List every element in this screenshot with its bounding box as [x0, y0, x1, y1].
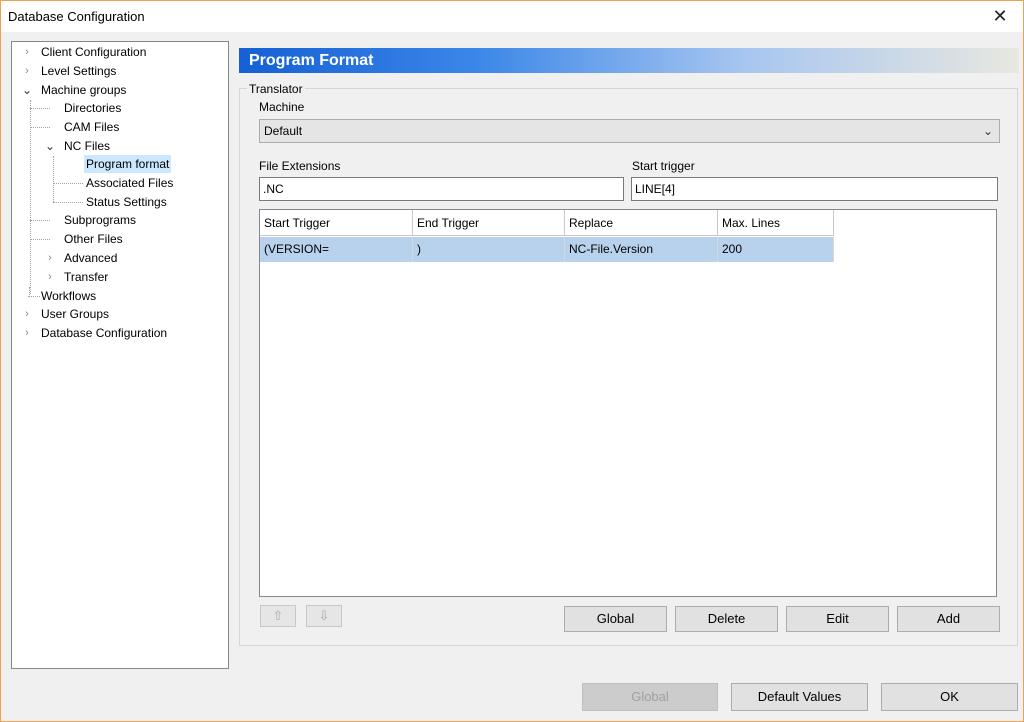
chevron-down-icon[interactable]: ⌄: [21, 81, 33, 99]
machine-select-value: Default: [264, 124, 303, 138]
chevron-down-icon[interactable]: ⌄: [981, 120, 995, 142]
chevron-right-icon[interactable]: ›: [21, 324, 33, 342]
tree-item-label: Machine groups: [41, 83, 127, 97]
tree-item-label: Directories: [64, 101, 122, 115]
tree-connector: [53, 156, 54, 202]
tree-item-label: Subprograms: [64, 213, 137, 227]
global-footer-button[interactable]: Global: [582, 683, 718, 711]
chevron-right-icon[interactable]: ›: [21, 305, 33, 323]
start-trigger-input[interactable]: LINE[4]: [631, 177, 998, 201]
tree-connector: [30, 127, 50, 128]
table-cell[interactable]: 200: [718, 237, 834, 262]
close-icon[interactable]: ✕: [977, 1, 1023, 32]
tree-connector: [53, 183, 83, 184]
ok-button[interactable]: OK: [881, 683, 1018, 711]
table-cell[interactable]: NC-File.Version: [565, 237, 718, 262]
machine-label: Machine: [259, 100, 305, 114]
settings-tree[interactable]: › Client Configuration › Level Settings …: [11, 41, 229, 669]
tree-item-label: User Groups: [41, 307, 110, 321]
global-table-button[interactable]: Global: [564, 606, 667, 632]
tree-item-label: Other Files: [64, 232, 123, 246]
trigger-table[interactable]: Start Trigger End Trigger Replace Max. L…: [259, 209, 997, 597]
move-down-button[interactable]: ⇩: [306, 605, 342, 627]
tree-item-label: Client Configuration: [41, 45, 147, 59]
tree-item-label: Database Configuration: [41, 326, 168, 340]
chevron-right-icon[interactable]: ›: [21, 62, 33, 80]
edit-button[interactable]: Edit: [786, 606, 889, 632]
tree-item-label-selected: Program format: [84, 155, 172, 173]
chevron-right-icon[interactable]: ›: [44, 249, 56, 267]
tree-connector: [30, 100, 31, 294]
title-bar: Database Configuration ✕: [1, 1, 1023, 32]
column-header-max-lines[interactable]: Max. Lines: [718, 210, 834, 236]
move-up-button[interactable]: ⇧: [260, 605, 296, 627]
dialog-window: Database Configuration ✕ › Client Config…: [0, 0, 1024, 722]
window-title: Database Configuration: [8, 9, 145, 24]
table-cell[interactable]: ): [413, 237, 565, 262]
tree-item-label: Status Settings: [86, 195, 167, 209]
tree-item-label: Associated Files: [86, 176, 174, 190]
chevron-right-icon[interactable]: ›: [21, 43, 33, 61]
tree-item-label: Level Settings: [41, 64, 117, 78]
chevron-right-icon[interactable]: ›: [44, 268, 56, 286]
delete-button[interactable]: Delete: [675, 606, 778, 632]
arrow-up-icon: ⇧: [272, 608, 284, 623]
file-extensions-label: File Extensions: [259, 159, 341, 173]
tree-connector: [30, 108, 50, 109]
tree-connector: [53, 202, 83, 203]
table-cell[interactable]: (VERSION=: [260, 237, 413, 262]
tree-connector: [30, 220, 50, 221]
file-extensions-input[interactable]: .NC: [259, 177, 624, 201]
tree-connector: [30, 239, 50, 240]
column-header-start-trigger[interactable]: Start Trigger: [260, 210, 413, 236]
default-values-button[interactable]: Default Values: [731, 683, 868, 711]
translator-group-label: Translator: [247, 82, 305, 96]
tree-item-label: Advanced: [64, 251, 118, 265]
chevron-down-icon[interactable]: ⌄: [44, 137, 56, 155]
tree-item-label: Workflows: [41, 289, 97, 303]
column-header-end-trigger[interactable]: End Trigger: [413, 210, 565, 236]
start-trigger-label: Start trigger: [632, 159, 695, 173]
add-button[interactable]: Add: [897, 606, 1000, 632]
tree-item-label: CAM Files: [64, 120, 120, 134]
tree-item-label: Transfer: [64, 270, 109, 284]
tree-item-label: NC Files: [64, 139, 111, 153]
panel-header: Program Format: [239, 48, 1019, 73]
machine-select[interactable]: Default ⌄: [259, 119, 1000, 143]
arrow-down-icon: ⇩: [318, 608, 330, 623]
column-header-replace[interactable]: Replace: [565, 210, 718, 236]
